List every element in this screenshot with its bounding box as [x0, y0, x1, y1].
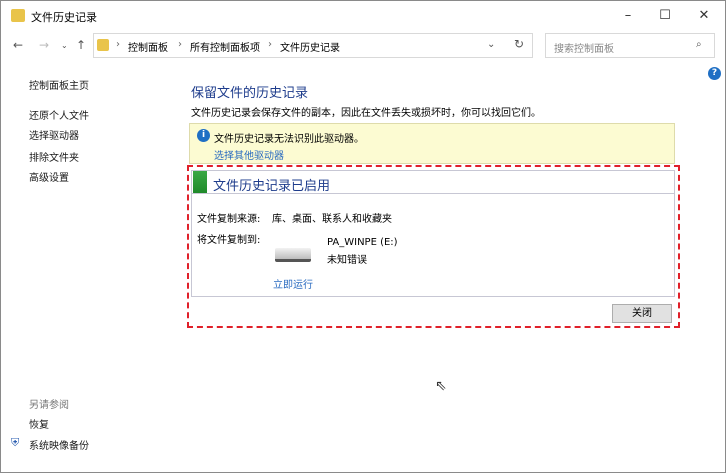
select-other-drive-link[interactable]: 选择其他驱动器: [214, 147, 284, 162]
close-window-button[interactable]: ✕: [689, 5, 719, 27]
destination-label: 将文件复制到:: [197, 235, 261, 246]
file-history-icon: [11, 9, 25, 22]
up-icon[interactable]: ↑: [76, 38, 86, 52]
shield-icon: ⛨: [11, 436, 20, 449]
sidebar-item-exclude[interactable]: 排除文件夹: [29, 149, 79, 164]
panel-title: 文件历史记录已启用: [213, 179, 331, 194]
forward-icon[interactable]: →: [39, 38, 49, 52]
search-icon[interactable]: ⌕: [696, 39, 702, 50]
breadcrumb-file-history[interactable]: 文件历史记录: [280, 39, 340, 54]
minimize-button[interactable]: –: [613, 5, 643, 27]
close-button[interactable]: 关闭: [612, 304, 672, 323]
info-icon: i: [197, 129, 210, 142]
source-label: 文件复制来源:: [197, 214, 261, 225]
window-title: 文件历史记录: [31, 11, 97, 24]
sidebar-item-restore[interactable]: 还原个人文件: [29, 107, 89, 122]
address-dropdown-icon[interactable]: ⌄: [487, 39, 495, 50]
breadcrumb-all-items[interactable]: 所有控制面板项: [190, 39, 260, 54]
source-value: 库、桌面、联系人和收藏夹: [272, 214, 392, 225]
run-now-link[interactable]: 立即运行: [273, 276, 313, 291]
control-panel-icon: [97, 39, 109, 51]
notice-text: 文件历史记录无法识别此驱动器。: [214, 134, 364, 145]
back-icon[interactable]: ←: [13, 38, 23, 52]
search-input[interactable]: 搜索控制面板: [545, 33, 715, 58]
maximize-button[interactable]: ☐: [650, 5, 680, 27]
help-icon[interactable]: ?: [708, 67, 721, 80]
see-also-system-image[interactable]: 系统映像备份: [29, 437, 89, 452]
drive-name: PA_WINPE (E:): [327, 237, 398, 248]
window: 文件历史记录 – ☐ ✕ ← → ⌄ ↑ › 控制面板 › 所有控制面板项 › …: [0, 0, 726, 473]
status-indicator: [193, 171, 207, 193]
drive-status: 未知错误: [327, 255, 367, 266]
sidebar-item-select-drive[interactable]: 选择驱动器: [29, 127, 79, 142]
breadcrumb-control-panel[interactable]: 控制面板: [128, 39, 168, 54]
page-description: 文件历史记录会保存文件的副本，因此在文件丢失或损坏时，你可以找回它们。: [191, 108, 541, 119]
sidebar-item-advanced[interactable]: 高级设置: [29, 169, 69, 184]
see-also-heading: 另请参阅: [29, 400, 69, 411]
drive-icon: [275, 248, 311, 262]
recent-chevron-icon[interactable]: ⌄: [61, 41, 68, 50]
page-title: 保留文件的历史记录: [191, 86, 309, 101]
refresh-icon[interactable]: ↻: [514, 37, 524, 51]
mouse-cursor-icon: ⇖: [435, 378, 447, 394]
sidebar-item-home[interactable]: 控制面板主页: [29, 77, 89, 92]
see-also-recovery[interactable]: 恢复: [29, 416, 49, 431]
